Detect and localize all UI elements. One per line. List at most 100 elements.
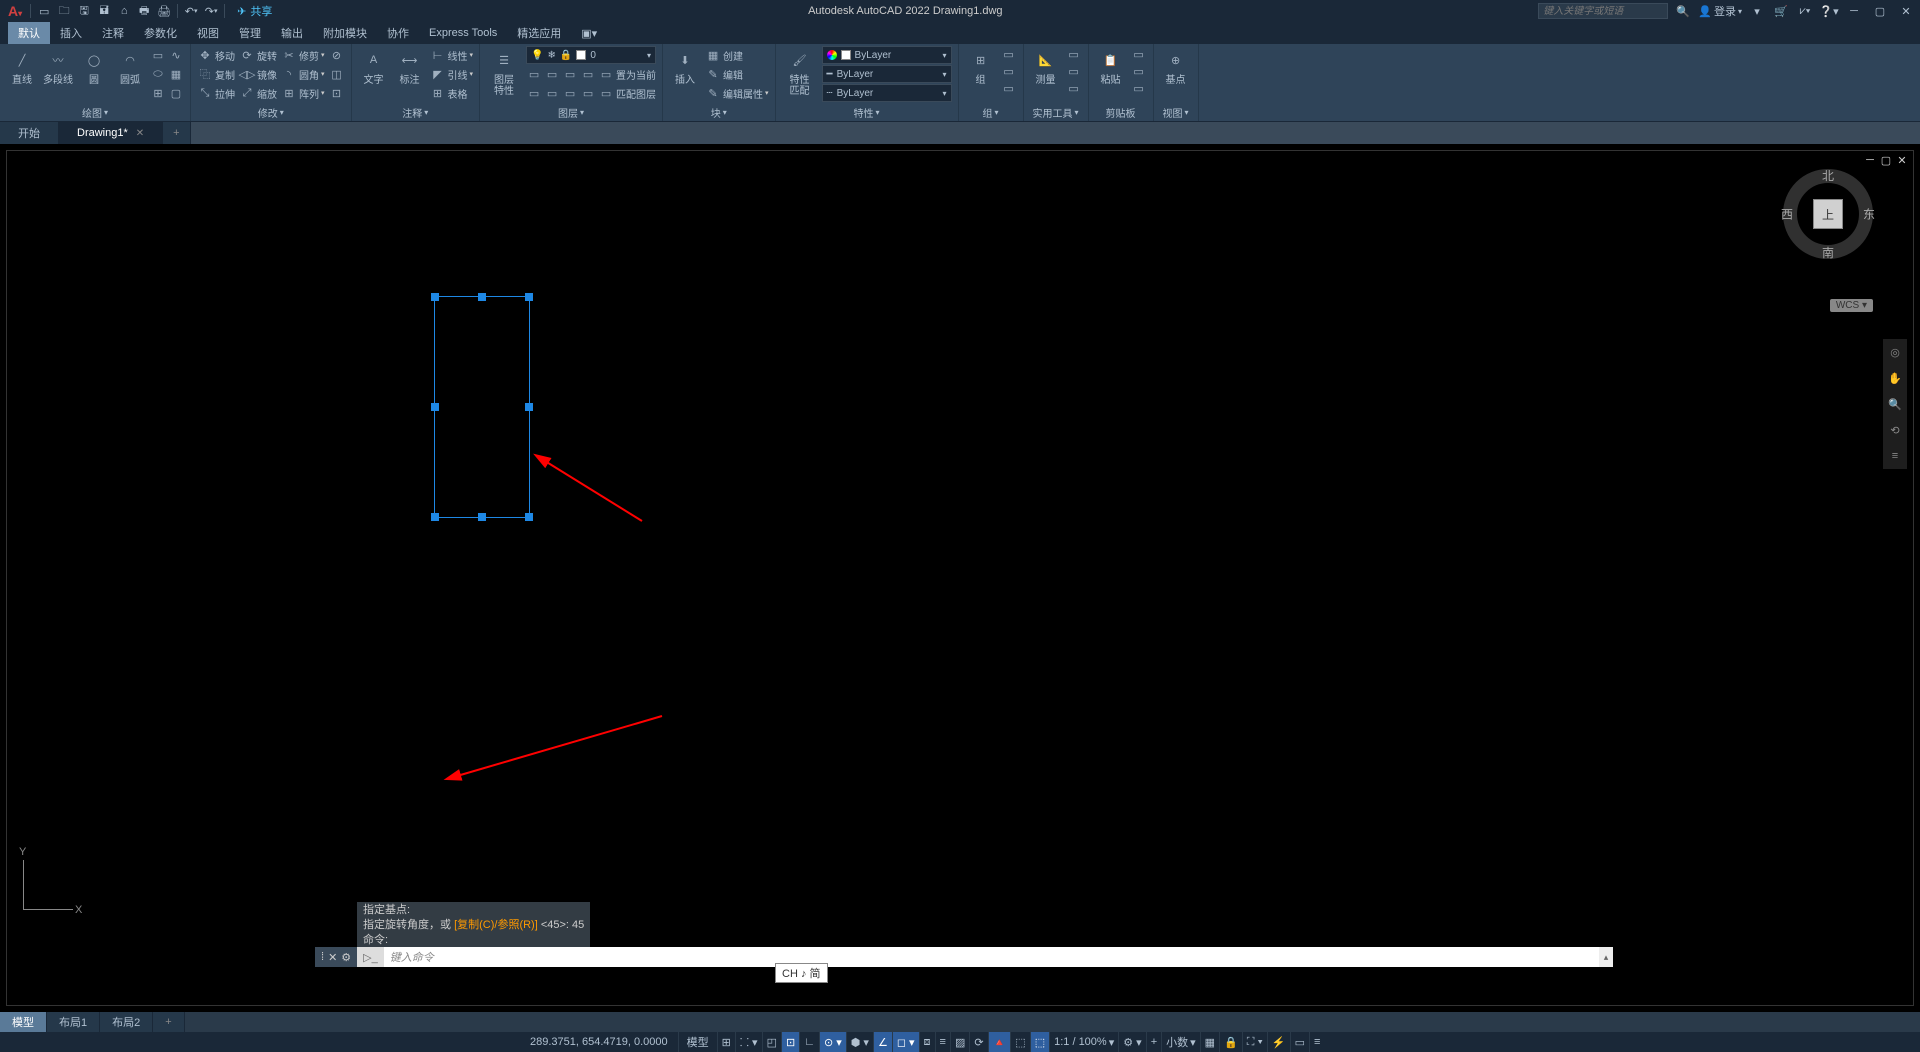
ellipse-icon[interactable]: ⬭: [150, 66, 166, 82]
ucs-icon[interactable]: X Y: [23, 854, 79, 910]
login-button[interactable]: 👤登录▾: [1698, 3, 1742, 19]
autodesk-app-icon[interactable]: ⩗▾: [1796, 2, 1814, 20]
panel-label-properties[interactable]: 特性▾: [782, 104, 952, 121]
layer-4-icon[interactable]: ▭: [580, 66, 596, 82]
grip-top-right[interactable]: [525, 293, 533, 301]
color-combo[interactable]: ByLayer▾: [822, 46, 952, 64]
cmdline-history-icon[interactable]: ▴: [1599, 947, 1613, 967]
ribbon-tab-collaborate[interactable]: 协作: [377, 22, 419, 44]
ribbon-tab-featured[interactable]: 精选应用: [507, 22, 571, 44]
status-units[interactable]: 小数 ▾: [1161, 1032, 1200, 1052]
panel-label-annotation[interactable]: 注释▾: [358, 104, 474, 121]
status-model-button[interactable]: 模型: [678, 1032, 717, 1052]
status-annomon-icon[interactable]: +: [1146, 1032, 1161, 1052]
doc-close-icon[interactable]: ✕: [1895, 153, 1909, 167]
ribbon-tab-express[interactable]: Express Tools: [419, 22, 507, 44]
coordinates-readout[interactable]: 289.3751, 654.4719, 0.0000: [530, 1036, 668, 1048]
share-button[interactable]: ✈共享: [237, 3, 272, 19]
viewcube-top-face[interactable]: 上: [1813, 199, 1843, 229]
status-cycling-icon[interactable]: ⟳: [969, 1032, 987, 1052]
status-annoscale-icon[interactable]: 🔺: [988, 1032, 1011, 1052]
array-button[interactable]: ⊞阵列▾: [281, 84, 325, 102]
layer-6-icon[interactable]: ▭: [544, 85, 560, 101]
qat-open-icon[interactable]: 🗀: [55, 2, 73, 20]
grip-top-left[interactable]: [431, 293, 439, 301]
panel-label-draw[interactable]: 绘图▾: [6, 104, 184, 121]
maximize-button[interactable]: ▢: [1870, 2, 1890, 20]
cmdline-customize-icon[interactable]: ⚙: [341, 951, 351, 964]
edit-block-button[interactable]: ✎编辑: [705, 65, 769, 83]
scale-button[interactable]: ⤢缩放: [239, 84, 277, 102]
layout-tab-2[interactable]: 布局2: [100, 1012, 153, 1032]
mod-ex2-icon[interactable]: ◫: [329, 66, 345, 82]
status-quickprops-icon[interactable]: ▦: [1200, 1032, 1219, 1052]
status-transparency-icon[interactable]: ▨: [950, 1032, 969, 1052]
ribbon-tab-more[interactable]: ▣▾: [571, 22, 607, 44]
status-lweight-icon[interactable]: ≡: [935, 1032, 950, 1052]
status-anno-vis-icon[interactable]: ⬚: [1030, 1032, 1049, 1052]
spline-icon[interactable]: ∿: [168, 47, 184, 63]
mod-ex3-icon[interactable]: ⊡: [329, 85, 345, 101]
cmdline-handle-icon[interactable]: ⁞: [321, 951, 324, 963]
dwg-tab-current[interactable]: Drawing1*✕: [59, 122, 163, 144]
grp-ex3-icon[interactable]: ▭: [1001, 80, 1017, 96]
fillet-button[interactable]: ◝圆角▾: [281, 65, 325, 83]
polyline-button[interactable]: 〰多段线: [42, 46, 74, 104]
status-iso-icon[interactable]: ⬢ ▾: [846, 1032, 873, 1052]
basepoint-button[interactable]: ⊕基点: [1160, 46, 1192, 104]
viewcube-north[interactable]: 北: [1822, 167, 1834, 184]
cmdline-close-icon[interactable]: ✕: [328, 951, 337, 964]
status-cleanscreen-icon[interactable]: ▭: [1290, 1032, 1309, 1052]
qat-redo-icon[interactable]: ↷▾: [202, 2, 220, 20]
close-button[interactable]: ✕: [1896, 2, 1916, 20]
util-ex3-icon[interactable]: ▭: [1066, 80, 1082, 96]
hatch-icon[interactable]: ▦: [168, 66, 184, 82]
rect-icon[interactable]: ▭: [150, 47, 166, 63]
help-icon[interactable]: ❔▾: [1820, 2, 1838, 20]
drawing-canvas[interactable]: ─ ▢ ✕ 上 北 南 东 西: [0, 144, 1920, 1012]
app-exchange-icon[interactable]: 🛒: [1772, 2, 1790, 20]
grip-bottom-mid[interactable]: [478, 513, 486, 521]
stretch-button[interactable]: ⤡拉伸: [197, 84, 235, 102]
grip-bottom-left[interactable]: [431, 513, 439, 521]
grp-ex2-icon[interactable]: ▭: [1001, 63, 1017, 79]
nav-showmotion-icon[interactable]: ≡: [1883, 443, 1907, 469]
paste-button[interactable]: 📋粘贴: [1095, 46, 1127, 104]
circle-button[interactable]: ◯圆: [78, 46, 110, 104]
ribbon-tab-parametric[interactable]: 参数化: [134, 22, 187, 44]
status-dyninput-icon[interactable]: ⊡: [781, 1032, 799, 1052]
insert-block-button[interactable]: ⬇插入: [669, 46, 701, 104]
status-ortho-icon[interactable]: ∟: [799, 1032, 819, 1052]
doc-max-icon[interactable]: ▢: [1879, 153, 1893, 167]
nav-wheel-icon[interactable]: ◎: [1883, 339, 1907, 365]
ribbon-tab-manage[interactable]: 管理: [229, 22, 271, 44]
ribbon-tab-annotate[interactable]: 注释: [92, 22, 134, 44]
qat-new-icon[interactable]: ▭: [35, 2, 53, 20]
nav-orbit-icon[interactable]: ⟲: [1883, 417, 1907, 443]
grip-right-mid[interactable]: [525, 403, 533, 411]
viewcube[interactable]: 上 北 南 东 西: [1783, 169, 1873, 259]
layer-8-icon[interactable]: ▭: [580, 85, 596, 101]
qat-save-icon[interactable]: 🖫: [75, 2, 93, 20]
viewcube-west[interactable]: 西: [1781, 206, 1793, 223]
ribbon-tab-default[interactable]: 默认: [8, 22, 50, 44]
minimize-button[interactable]: ─: [1844, 2, 1864, 20]
layer-1-icon[interactable]: ▭: [526, 66, 542, 82]
layer-combo[interactable]: 💡❄🔒0▾: [526, 46, 656, 64]
misc-draw-icon[interactable]: ⊞: [150, 85, 166, 101]
layer-properties-button[interactable]: ☰图层 特性: [486, 46, 522, 104]
status-snap-icon[interactable]: ⸬ ▾: [735, 1032, 762, 1052]
dwg-tab-add[interactable]: +: [163, 122, 190, 144]
close-tab-icon[interactable]: ✕: [136, 128, 144, 139]
grip-bottom-right[interactable]: [525, 513, 533, 521]
layout-tab-1[interactable]: 布局1: [47, 1012, 100, 1032]
cb-ex2-icon[interactable]: ▭: [1131, 63, 1147, 79]
layer-match[interactable]: ▭: [598, 85, 614, 101]
text-button[interactable]: A文字: [358, 46, 390, 104]
viewcube-east[interactable]: 东: [1863, 206, 1875, 223]
command-line[interactable]: ⁞✕⚙ ▷_ 键入命令 ▴: [315, 947, 1613, 967]
status-customize-icon[interactable]: ≡: [1309, 1032, 1324, 1052]
status-grid-icon[interactable]: ⊞: [717, 1032, 735, 1052]
dwg-tab-start[interactable]: 开始: [0, 122, 59, 144]
panel-label-groups[interactable]: 组▾: [965, 104, 1017, 121]
